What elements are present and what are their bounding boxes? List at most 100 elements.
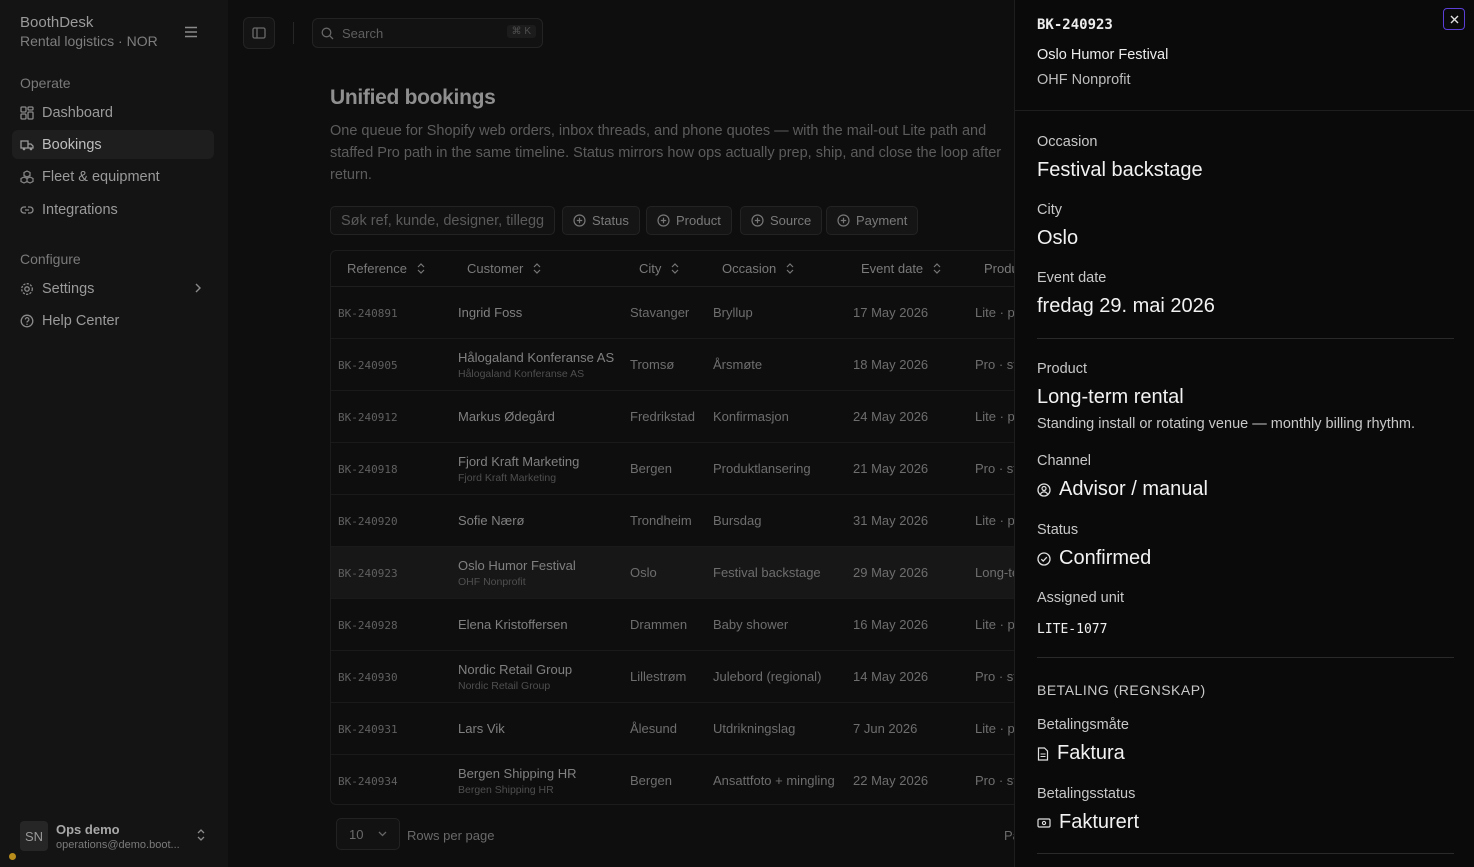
sidebar-item-fleet[interactable]: Fleet & equipment bbox=[12, 162, 214, 191]
help-icon bbox=[20, 314, 34, 328]
sidebar-toggle-button[interactable] bbox=[243, 17, 275, 49]
column-header-city[interactable]: City bbox=[639, 261, 679, 276]
cell-city: Trondheim bbox=[630, 513, 692, 528]
city-value: Oslo bbox=[1037, 227, 1079, 249]
table-row[interactable]: BK-240891 Ingrid Foss Stavanger Bryllup 17 M… bbox=[331, 287, 1014, 339]
cell-occasion: Utdrikningslag bbox=[713, 721, 796, 736]
cell-product: Lite · p bbox=[975, 721, 1014, 736]
column-header-customer[interactable]: Customer bbox=[467, 261, 541, 276]
rows-per-page-select[interactable]: 10 bbox=[336, 818, 400, 850]
main-content: Search ⌘ K Unified bookings One queue fo… bbox=[228, 0, 1014, 867]
user-circle-icon bbox=[1037, 482, 1051, 497]
sidebar-item-label: Dashboard bbox=[42, 104, 113, 121]
cell-product: Pro · st bbox=[975, 357, 1014, 372]
cell-event-date: 7 Jun 2026 bbox=[853, 721, 918, 736]
sidebar-item-label: Integrations bbox=[42, 201, 118, 218]
cell-customer-org: Hålogaland Konferanse AS bbox=[458, 368, 585, 380]
filter-search-input[interactable]: Søk ref, kunde, designer, tillegg bbox=[330, 206, 555, 235]
divider bbox=[1037, 657, 1454, 658]
cell-occasion: Ansattfoto + mingling bbox=[713, 773, 835, 788]
chevron-right-icon bbox=[195, 283, 201, 293]
payment-status-text: Fakturert bbox=[1059, 811, 1140, 833]
cell-customer: Bergen Shipping HR Bergen Shipping HR bbox=[458, 766, 577, 796]
table-row[interactable]: BK-240912 Markus Ødegård Fredrikstad Konfir… bbox=[331, 391, 1014, 443]
column-header-reference[interactable]: Reference bbox=[347, 261, 425, 276]
user-name: Ops demo bbox=[56, 821, 120, 837]
table-row[interactable]: BK-240934 Bergen Shipping HR Bergen Shippi… bbox=[331, 755, 1014, 804]
table-row[interactable]: BK-240918 Fjord Kraft Marketing Fjord Kraf… bbox=[331, 443, 1014, 495]
payment-status-label: Betalingsstatus bbox=[1037, 786, 1136, 802]
boxes-icon bbox=[20, 169, 34, 184]
cell-product: Long-te bbox=[975, 565, 1014, 580]
cell-product: Lite · p bbox=[975, 617, 1014, 632]
cell-city: Tromsø bbox=[630, 357, 675, 372]
filter-chip-payment[interactable]: Payment bbox=[826, 206, 919, 235]
cell-product: Lite · p bbox=[975, 513, 1014, 528]
booking-detail-panel: BK-240923 Oslo Humor Festival OHF Nonpro… bbox=[1014, 0, 1474, 867]
cell-city: Drammen bbox=[630, 617, 688, 632]
cell-reference: BK-240891 bbox=[338, 307, 398, 320]
filter-chip-status[interactable]: Status bbox=[562, 206, 640, 235]
filter-chip-label: Source bbox=[770, 213, 812, 228]
payment-status-value: Fakturert bbox=[1037, 811, 1139, 834]
search-input[interactable]: Search ⌘ K bbox=[312, 18, 543, 48]
plus-circle-icon bbox=[573, 214, 586, 227]
sort-icon bbox=[786, 263, 794, 274]
divider bbox=[1015, 110, 1474, 111]
status-value: Confirmed bbox=[1037, 547, 1151, 570]
table-header: Reference Customer City Occasion Event d… bbox=[331, 251, 1014, 287]
cell-city: Oslo bbox=[630, 565, 657, 580]
cell-event-date: 24 May 2026 bbox=[853, 409, 929, 424]
search-icon bbox=[321, 27, 334, 39]
channel-value: Advisor / manual bbox=[1037, 478, 1208, 501]
cell-reference: BK-240930 bbox=[338, 671, 398, 684]
filter-search-placeholder: Søk ref, kunde, designer, tillegg bbox=[341, 212, 545, 229]
cell-occasion: Julebord (regional) bbox=[713, 669, 822, 684]
close-button[interactable] bbox=[1443, 8, 1465, 30]
sidebar-toggle-icon bbox=[252, 27, 266, 39]
column-header-event-date[interactable]: Event date bbox=[861, 261, 941, 276]
sidebar-item-label: Settings bbox=[42, 280, 95, 297]
sort-icon bbox=[417, 263, 425, 274]
sort-icon bbox=[671, 263, 679, 274]
bookings-table: Reference Customer City Occasion Event d… bbox=[330, 250, 1014, 805]
cell-customer-org: Nordic Retail Group bbox=[458, 680, 551, 692]
product-value: Long-term rental bbox=[1037, 386, 1184, 408]
cell-event-date: 22 May 2026 bbox=[853, 773, 929, 788]
sidebar-item-dashboard[interactable]: Dashboard bbox=[12, 98, 214, 127]
page-indicator: Pa bbox=[1004, 828, 1014, 843]
user-menu[interactable]: SN Ops demo operations@demo.boot... bbox=[20, 820, 220, 852]
table-row[interactable]: BK-240920 Sofie Nærø Trondheim Bursdag 31 Ma… bbox=[331, 495, 1014, 547]
sidebar-item-integrations[interactable]: Integrations bbox=[12, 195, 214, 224]
filter-chip-source[interactable]: Source bbox=[740, 206, 823, 235]
occasion-label: Occasion bbox=[1037, 134, 1098, 150]
chevron-up-down-icon bbox=[197, 829, 205, 841]
payment-method-value: Faktura bbox=[1037, 742, 1125, 765]
table-row[interactable]: BK-240930 Nordic Retail Group Nordic Retai… bbox=[331, 651, 1014, 703]
cell-product: Lite · p bbox=[975, 305, 1014, 320]
table-row[interactable]: BK-240928 Elena Kristoffersen Drammen Baby … bbox=[331, 599, 1014, 651]
rows-per-page-value: 10 bbox=[349, 826, 364, 842]
cell-customer: Ingrid Foss bbox=[458, 305, 523, 320]
filter-chip-product[interactable]: Product bbox=[646, 206, 732, 235]
column-header-occasion[interactable]: Occasion bbox=[722, 261, 794, 276]
cell-customer: Sofie Nærø bbox=[458, 513, 525, 528]
cell-occasion: Festival backstage bbox=[713, 565, 821, 580]
detail-customer-name: Oslo Humor Festival bbox=[1037, 47, 1169, 63]
sidebar-item-label: Bookings bbox=[42, 136, 102, 153]
table-row[interactable]: BK-240931 Lars Vik Ålesund Utdrikningslag 7 … bbox=[331, 703, 1014, 755]
cell-customer-org: OHF Nonprofit bbox=[458, 576, 526, 588]
detail-reference: BK-240923 bbox=[1037, 17, 1113, 33]
status-label: Status bbox=[1037, 522, 1079, 538]
cell-customer: Oslo Humor Festival OHF Nonprofit bbox=[458, 558, 576, 588]
shortcut-badge: ⌘ K bbox=[506, 25, 536, 38]
table-row[interactable]: BK-240923 Oslo Humor Festival OHF Nonprofi… bbox=[331, 547, 1014, 599]
sidebar-item-bookings[interactable]: Bookings bbox=[12, 130, 214, 159]
menu-icon[interactable] bbox=[184, 26, 198, 38]
sidebar-item-help-center[interactable]: Help Center bbox=[12, 306, 214, 335]
rows-per-page-label: Rows per page bbox=[407, 828, 495, 843]
table-row[interactable]: BK-240905 Hålogaland Konferanse AS Hålogal… bbox=[331, 339, 1014, 391]
column-header-product[interactable]: Produ bbox=[984, 261, 1014, 276]
cell-product: Pro · st bbox=[975, 669, 1014, 684]
sidebar-item-settings[interactable]: Settings bbox=[12, 274, 214, 303]
